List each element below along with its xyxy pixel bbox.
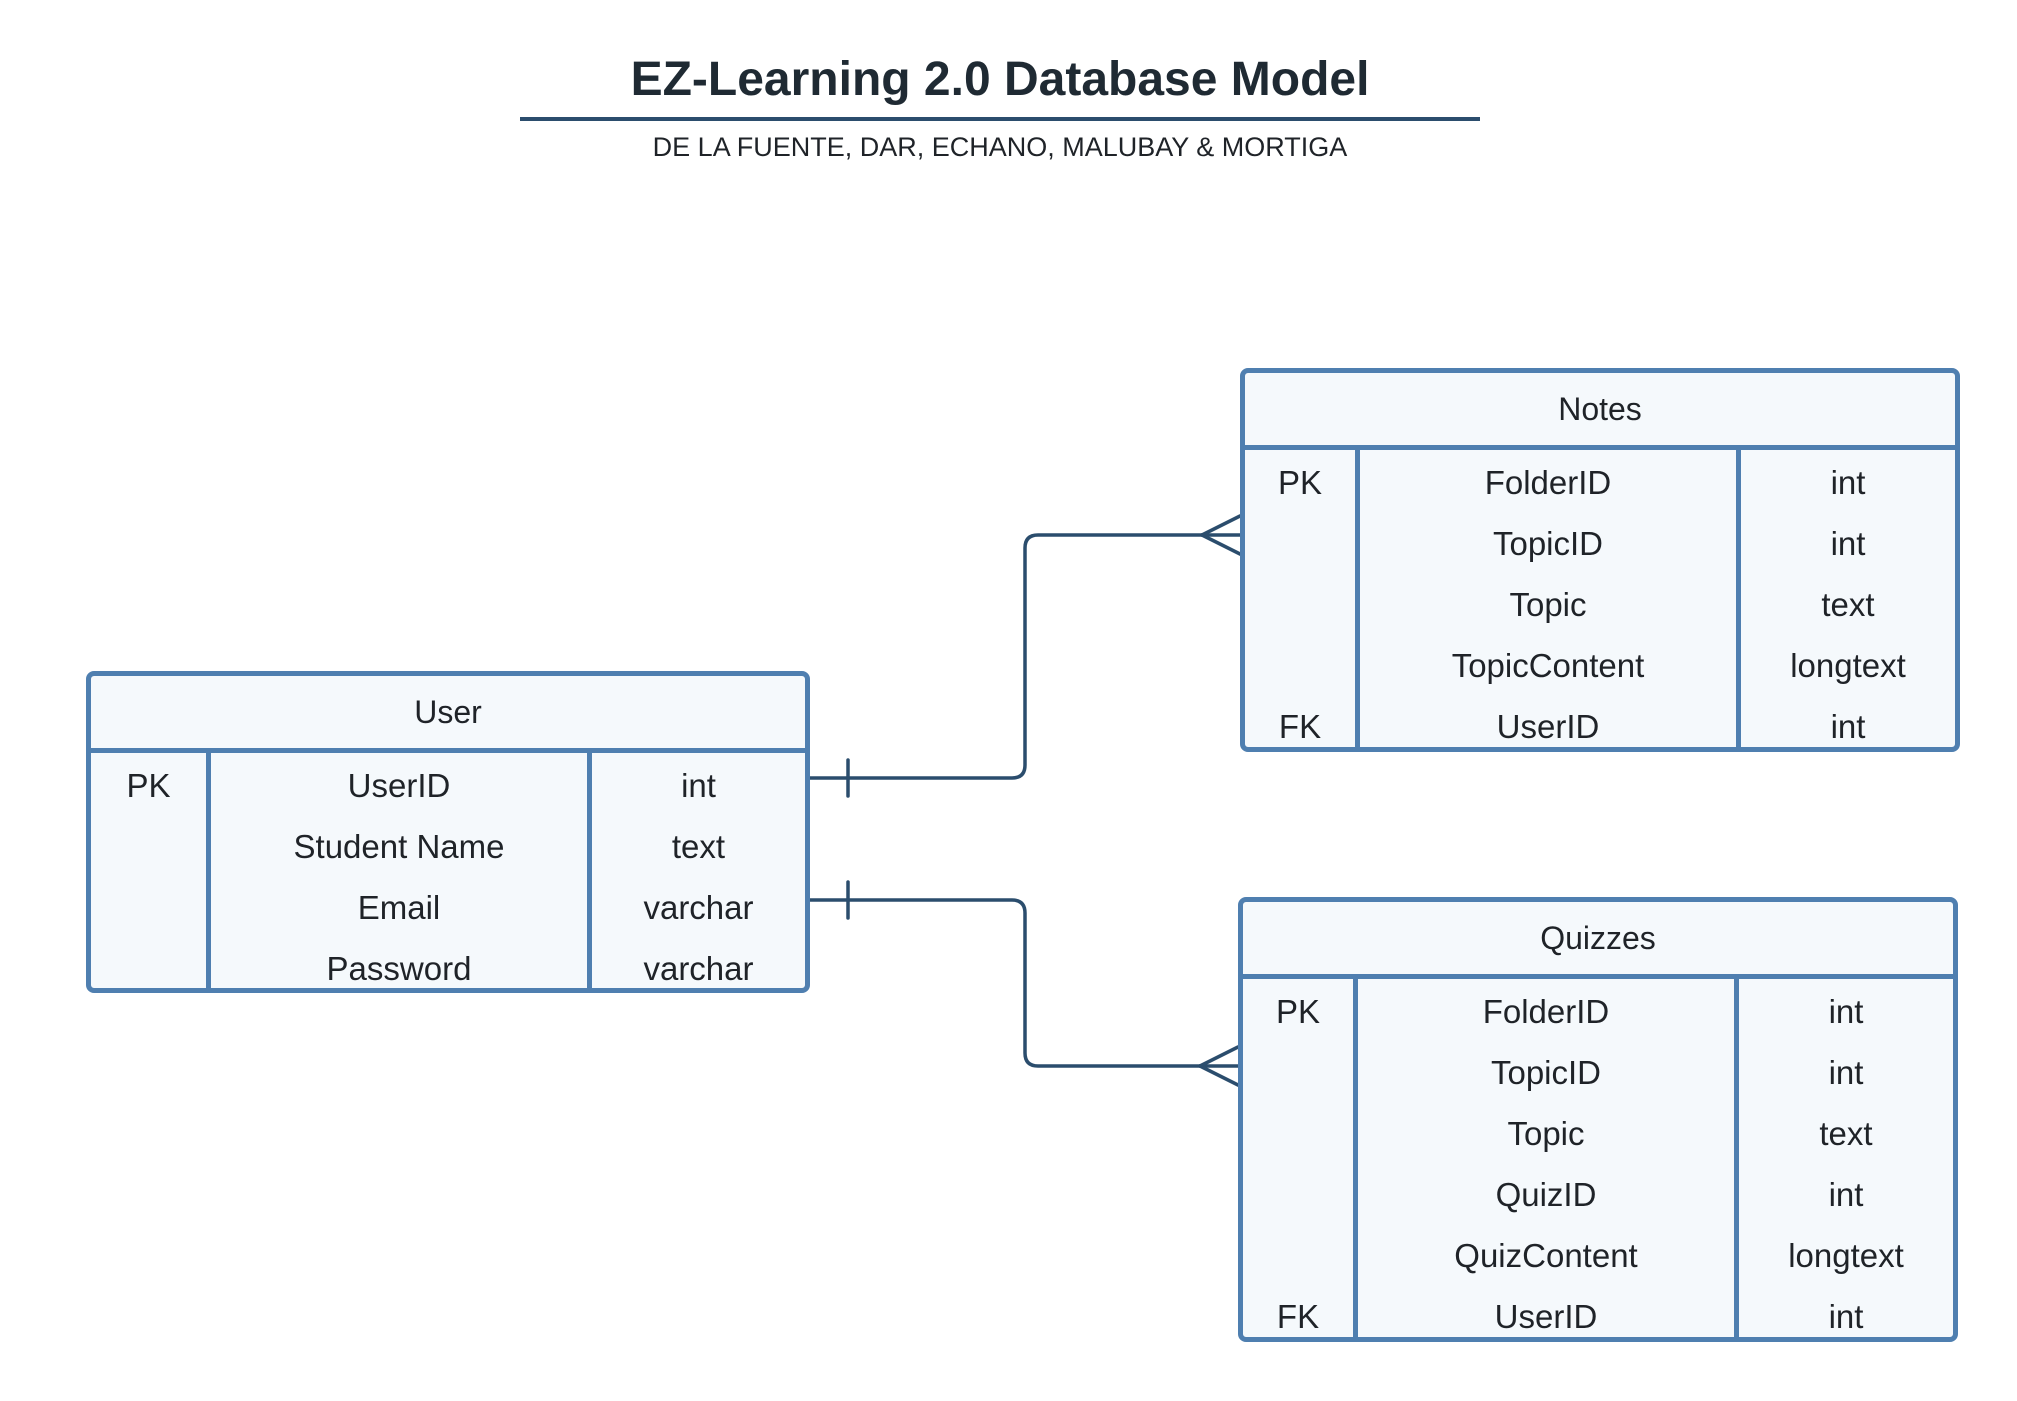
type-cell: int [681, 767, 716, 804]
field-cell: QuizContent [1454, 1237, 1638, 1274]
type-cell: int [1830, 525, 1866, 562]
field-cell: Topic [1507, 1115, 1585, 1152]
table-row[interactable]: QuizID int [1243, 1164, 1953, 1225]
table-row[interactable]: PK FolderID int [1245, 452, 1955, 513]
key-cell [1245, 635, 1355, 696]
type-cell: text [1821, 586, 1875, 623]
table-row[interactable]: Email varchar [91, 877, 805, 938]
type-cell: varchar [643, 889, 754, 926]
field-cell: UserID [1494, 1298, 1598, 1335]
field-cell: Student Name [293, 828, 505, 865]
table-row[interactable]: PK UserID int [91, 755, 805, 816]
type-cell: int [1830, 464, 1866, 501]
field-cell: TopicID [1490, 1054, 1602, 1091]
many-marker-quizzes-a [1198, 1045, 1240, 1068]
key-cell [1245, 574, 1355, 635]
type-cell: int [1828, 1298, 1864, 1335]
key-cell: FK [1278, 708, 1322, 745]
type-cell: text [1819, 1115, 1873, 1152]
type-cell: int [1830, 708, 1866, 745]
type-cell: longtext [1788, 1237, 1904, 1274]
key-cell [91, 816, 206, 877]
connector-user-notes [808, 533, 1242, 780]
type-cell: text [671, 828, 726, 865]
key-cell [91, 877, 206, 938]
table-row[interactable]: Password varchar [91, 938, 805, 999]
table-row[interactable]: PK FolderID int [1243, 981, 1953, 1042]
entity-notes-title: Notes [1245, 373, 1955, 450]
table-row[interactable]: Topic text [1243, 1103, 1953, 1164]
entity-quizzes[interactable]: Quizzes PK FolderID int TopicID int Topi… [1238, 897, 1958, 1342]
field-cell: UserID [1496, 708, 1600, 745]
table-row[interactable]: Student Name text [91, 816, 805, 877]
table-row[interactable]: QuizContent longtext [1243, 1225, 1953, 1286]
type-cell: int [1828, 1176, 1864, 1213]
table-row[interactable]: Topic text [1245, 574, 1955, 635]
key-cell [1243, 1164, 1353, 1225]
many-marker-notes-a [1200, 514, 1242, 537]
key-cell [1245, 513, 1355, 574]
key-cell: PK [126, 767, 171, 804]
field-cell: Password [326, 950, 472, 987]
many-marker-quizzes-b [1198, 1064, 1240, 1087]
entity-notes[interactable]: Notes PK FolderID int TopicID int Topic … [1240, 368, 1960, 752]
table-row[interactable]: TopicID int [1245, 513, 1955, 574]
field-cell: TopicContent [1451, 647, 1645, 684]
table-row[interactable]: FK UserID int [1243, 1286, 1953, 1347]
type-cell: varchar [643, 950, 754, 987]
field-cell: FolderID [1484, 464, 1612, 501]
key-cell [1243, 1042, 1353, 1103]
connector-user-quizzes [808, 898, 1240, 1068]
key-cell [1243, 1103, 1353, 1164]
key-cell [1243, 1225, 1353, 1286]
entity-user-title: User [91, 676, 805, 753]
many-marker-notes-b [1200, 533, 1242, 556]
table-row[interactable]: FK UserID int [1245, 696, 1955, 757]
field-cell: Email [357, 889, 441, 926]
field-cell: FolderID [1482, 993, 1610, 1030]
key-cell: PK [1277, 464, 1323, 501]
key-cell: PK [1275, 993, 1321, 1030]
key-cell [91, 938, 206, 999]
type-cell: longtext [1790, 647, 1906, 684]
table-row[interactable]: TopicID int [1243, 1042, 1953, 1103]
field-cell: QuizID [1495, 1176, 1597, 1213]
entity-quizzes-title: Quizzes [1243, 902, 1953, 979]
type-cell: int [1828, 1054, 1864, 1091]
table-row[interactable]: TopicContent longtext [1245, 635, 1955, 696]
field-cell: UserID [347, 767, 451, 804]
field-cell: TopicID [1492, 525, 1604, 562]
entity-user[interactable]: User PK UserID int Student Name text Ema… [86, 671, 810, 993]
key-cell: FK [1276, 1298, 1320, 1335]
type-cell: int [1828, 993, 1864, 1030]
field-cell: Topic [1509, 586, 1587, 623]
